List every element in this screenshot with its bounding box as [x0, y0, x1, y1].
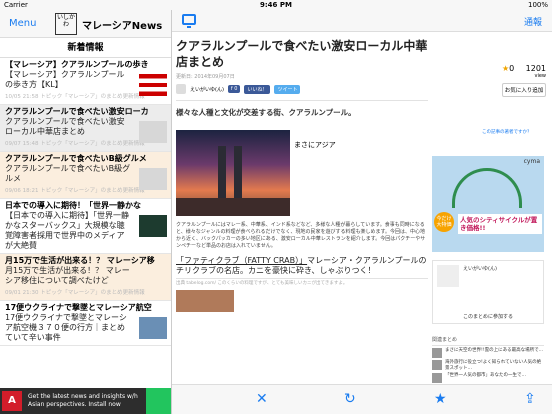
- related-item[interactable]: まさに天空の世界!!雲の上にある最高な場所で…: [432, 348, 544, 358]
- article-lead: 様々な人種と文化が交差する街、クアラルンプール。: [176, 108, 356, 117]
- plane-thumbnail: [139, 317, 167, 339]
- thumbnail-placeholder-icon: [139, 168, 167, 190]
- ad-banner[interactable]: A Get the latest news and insights w/h A…: [0, 388, 171, 414]
- share-icon[interactable]: ⇪: [524, 391, 536, 407]
- tower-shape: [234, 146, 242, 202]
- battery-label: 100%: [527, 1, 548, 9]
- author-name: えいがいゆ(ん): [190, 86, 224, 93]
- clock: 9:46 PM: [260, 1, 292, 9]
- facebook-share-button[interactable]: f 0: [227, 85, 241, 93]
- item-headline: 日本での導入に期待！「世界一静かな: [5, 201, 141, 210]
- section-title: 新着情報: [0, 38, 171, 58]
- author-question-link[interactable]: この記事の著者ですか？: [482, 129, 532, 135]
- item-headline: クアラルンプールで食べたいB級グルメ: [5, 154, 147, 163]
- article-toolbar: 通報: [172, 10, 552, 32]
- source-note: 出典 tabelog.com/ このくらいの料理ですが、とても美味しいカニが出て…: [176, 281, 348, 286]
- malaysia-flag-icon: [139, 74, 167, 96]
- list-item[interactable]: 【マレーシア】クアラルンプールの歩き 【マレーシア】クアラルンプールの歩き方【K…: [0, 58, 171, 105]
- menu-button[interactable]: Menu: [9, 18, 36, 29]
- city-shape: [176, 198, 290, 216]
- list-item[interactable]: クアラルンプールで食べたい激安ローカ クアラルンプールで食べたい激安ローカル中華…: [0, 105, 171, 152]
- image-caption: まさにアジア: [294, 141, 336, 149]
- article-paragraph: クアラルンプールにはマレー系、中華系、インド系などなど、多様な人種が暮らしていま…: [176, 222, 426, 249]
- item-text: 月15万で生活が出来る！？ マレーシア移住について調べたけど: [5, 266, 130, 285]
- bicycle-ad[interactable]: cyma 今だけ 大特価 人気のシティサイクルが置き価格!!: [432, 156, 544, 252]
- app-logo: いしかわ: [55, 13, 77, 35]
- item-headline: 【マレーシア】クアラルンプールの歩き: [5, 60, 149, 69]
- related-item[interactable]: 海外旅行に役立つ!よく知られていない人気の絶景スポット…: [432, 360, 544, 371]
- news-list-pane: Menu いしかわ マレーシアNews 新着情報 【マレーシア】クアラルンプール…: [0, 10, 172, 414]
- related-thumb: [432, 373, 442, 383]
- download-icon[interactable]: [146, 388, 171, 414]
- app-title: マレーシアNews: [82, 21, 163, 32]
- add-favorite-button[interactable]: お気に入り追加: [502, 83, 546, 97]
- article-main: クアラルンプールで食べたい激安ローカル中華店まとめ 更新日: 2014年09月0…: [176, 38, 428, 312]
- related-item[interactable]: 「世界一人気の都市」あなたの一生で…: [432, 373, 544, 383]
- subheading-link[interactable]: 「ファティクラブ（FATTY CRAB）」: [176, 256, 307, 265]
- ad-copy: 人気のシティサイクルが置き価格!!: [458, 214, 542, 234]
- item-headline: 17便ウクライナで撃墜とマレーシア航空: [5, 303, 152, 312]
- like-button[interactable]: いいね！: [244, 84, 271, 94]
- list-item[interactable]: 月15万で生活が出来る！？ マレーシア移 月15万で生活が出来る！？ マレーシア…: [0, 254, 171, 301]
- share-row: えいがいゆ(ん) f 0 いいね！ ツイート: [176, 84, 428, 94]
- author-box: えいがいゆ(ん) このまとめに参加する: [432, 260, 544, 324]
- article-date: 更新日: 2014年09月07日: [176, 74, 235, 80]
- view-count: 1201: [525, 64, 546, 73]
- starbucks-thumbnail: [139, 215, 167, 237]
- report-button[interactable]: 通報: [524, 15, 542, 28]
- food-image: [176, 290, 234, 312]
- refresh-icon[interactable]: ↻: [344, 391, 356, 407]
- thumbnail-placeholder-icon: [139, 121, 167, 143]
- related-thumb: [432, 348, 442, 358]
- list-item[interactable]: 日本での導入に期待！「世界一静かな 【日本での導入に期待】「世界一静かなスターバ…: [0, 199, 171, 254]
- join-summary-link[interactable]: このまとめに参加する: [433, 313, 543, 320]
- sale-badge: 今だけ 大特価: [434, 212, 454, 232]
- display-icon[interactable]: [182, 14, 196, 28]
- favorite-star-icon[interactable]: ★: [434, 391, 447, 407]
- like-count: ★0: [502, 64, 515, 73]
- status-bar: Carrier 9:46 PM 100%: [0, 0, 552, 10]
- author-avatar: [437, 265, 459, 287]
- app-header: Menu いしかわ マレーシアNews: [0, 10, 171, 38]
- bottom-toolbar: ✕ ↻ ★ ⇪: [172, 384, 552, 414]
- related-box: 関連まとめ まさに天空の世界!!雲の上にある最高な場所で… 海外旅行に役立つ!よ…: [432, 336, 544, 384]
- close-icon[interactable]: ✕: [256, 391, 268, 407]
- article-content: クアラルンプールで食べたい激安ローカル中華店まとめ 更新日: 2014年09月0…: [172, 32, 552, 384]
- ad-logo: A: [2, 391, 22, 411]
- stats-box: ★0 1201 view お気に入り追加: [502, 64, 546, 97]
- view-unit: view: [534, 73, 546, 79]
- article-subheading[interactable]: 「ファティクラブ（FATTY CRAB）」マレーシア・クアラルンプールのチリクラ…: [176, 256, 428, 279]
- list-item[interactable]: クアラルンプールで食べたいB級グルメ クアラルンプールで食べたいB級グルメ 09…: [0, 152, 171, 199]
- author-box-name: えいがいゆ(ん): [463, 266, 497, 272]
- article-pane: 通報 クアラルンプールで食べたい激安ローカル中華店まとめ 更新日: 2014年0…: [172, 10, 552, 414]
- avatar: [176, 84, 186, 94]
- tweet-button[interactable]: ツイート: [274, 84, 301, 94]
- related-title: 関連まとめ: [432, 336, 544, 346]
- divider: [176, 100, 428, 101]
- tower-shape: [218, 146, 226, 202]
- related-thumb: [432, 360, 442, 370]
- article-title: クアラルンプールで食べたい激安ローカル中華店まとめ: [176, 39, 428, 69]
- kl-skyline-image: [176, 130, 290, 216]
- bicycle-icon: [452, 168, 522, 208]
- item-meta: 09/01 21:30 トピック「マレーシア」のまとめ更新情報: [5, 290, 145, 296]
- ad-text: Get the latest news and insights w/h Asi…: [28, 393, 138, 408]
- list-item[interactable]: 17便ウクライナで撃墜とマレーシア航空 17便ウクライナで撃墜とマレーシア航空機…: [0, 301, 171, 346]
- item-headline: 月15万で生活が出来る！？ マレーシア移: [5, 256, 155, 265]
- item-headline: クアラルンプールで食べたい激安ローカ: [5, 107, 149, 116]
- ad-brand: cyma: [523, 158, 540, 165]
